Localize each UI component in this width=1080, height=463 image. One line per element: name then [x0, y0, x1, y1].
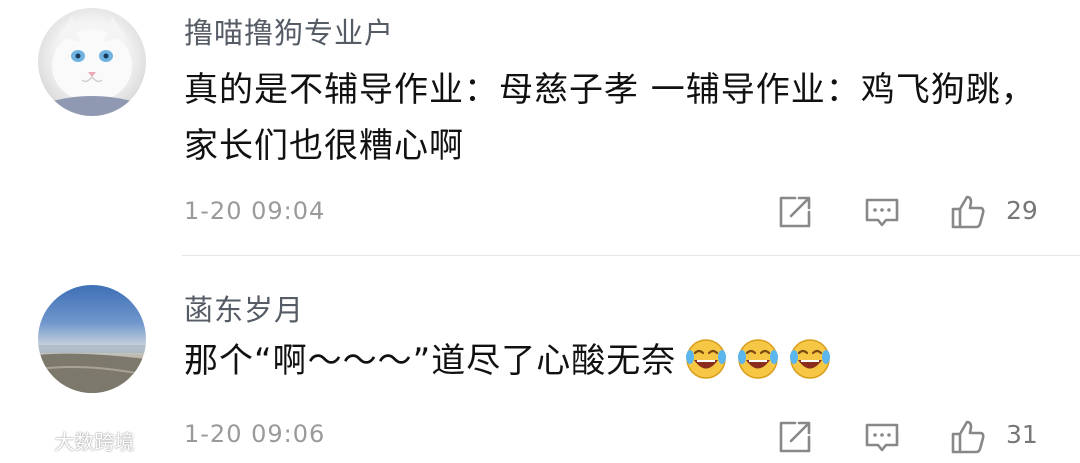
reply-icon[interactable]	[864, 419, 900, 455]
weibo-logo-icon	[9, 438, 46, 453]
comment-text-body: 那个“啊～～～”道尽了心酸无奈	[184, 341, 677, 381]
cat-avatar-image	[42, 16, 142, 116]
like-count: 31	[1006, 420, 1038, 449]
avatar[interactable]	[38, 285, 146, 393]
share-icon[interactable]	[777, 194, 813, 230]
like-count: 29	[1006, 196, 1038, 225]
avatar[interactable]	[38, 8, 146, 116]
laugh-cry-emoji-icon	[738, 338, 779, 379]
comment-text: 那个“啊～～～”道尽了心酸无奈	[184, 333, 1044, 389]
laugh-cry-emoji-icon	[790, 338, 831, 379]
share-icon[interactable]	[777, 419, 813, 455]
username[interactable]: 撸喵撸狗专业户	[184, 10, 394, 52]
reply-icon[interactable]	[864, 194, 900, 230]
comment-text: 真的是不辅导作业：母慈子孝 一辅导作业：鸡飞狗跳，家长们也很糟心啊	[184, 70, 1036, 166]
watermark-text: 大数跨境	[54, 430, 135, 454]
like-icon[interactable]	[950, 194, 986, 230]
timestamp: 1-20 09:06	[184, 420, 326, 448]
beach-avatar-image	[38, 345, 146, 393]
like-icon[interactable]	[950, 419, 986, 455]
comment-item: 撸喵撸狗专业户 真的是不辅导作业：母慈子孝 一辅导作业：鸡飞狗跳，家长们也很糟心…	[0, 0, 1080, 256]
laugh-cry-emoji-icon	[686, 338, 727, 379]
watermark: 大数跨境	[8, 426, 134, 455]
timestamp: 1-20 09:04	[184, 197, 326, 225]
username[interactable]: 菡东岁月	[184, 287, 304, 329]
comment-item: 菡东岁月 那个“啊～～～”道尽了心酸无奈 1-20 09:06 31	[0, 256, 1080, 463]
